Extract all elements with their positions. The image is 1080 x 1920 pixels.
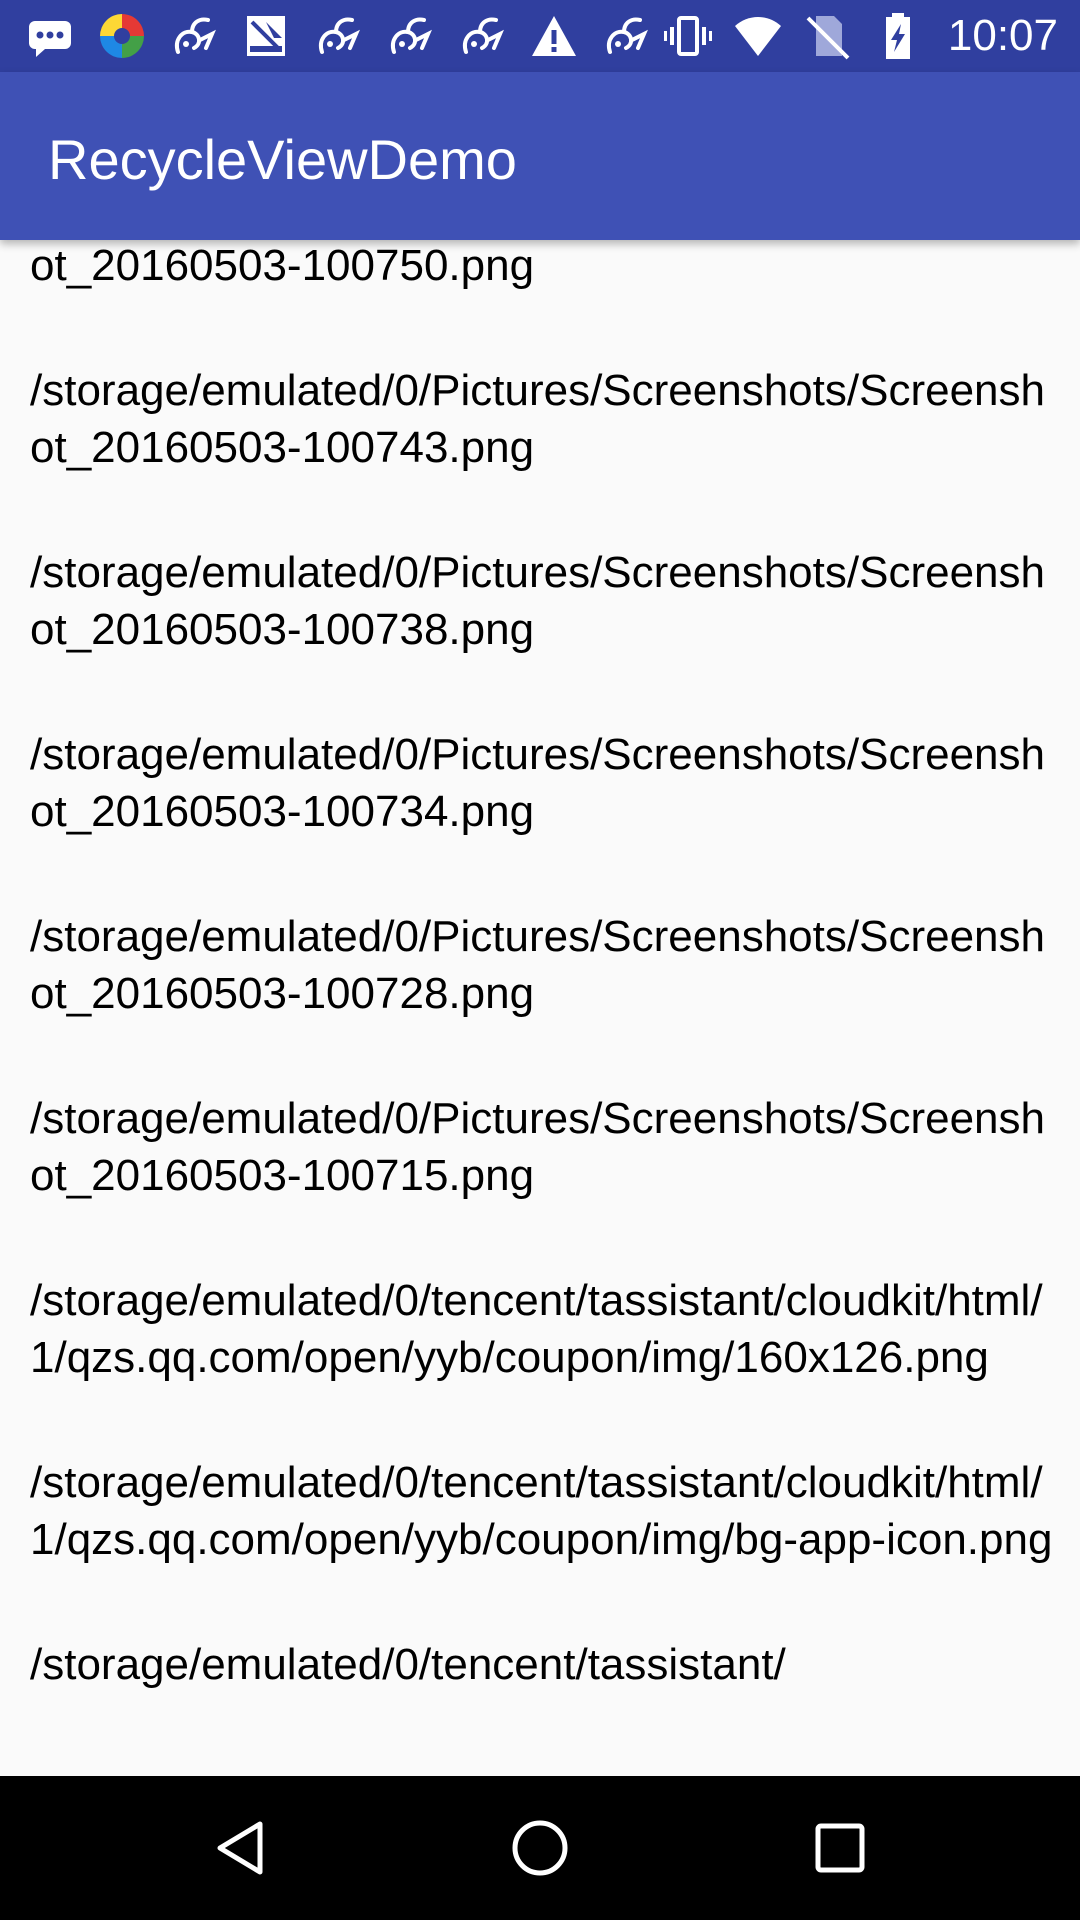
list-item[interactable]: /storage/emulated/0/tencent/tassistant/c… (0, 1454, 1080, 1568)
notification-icons (26, 12, 674, 60)
clock: 10:07 (947, 11, 1058, 60)
home-icon[interactable] (504, 1812, 576, 1884)
list-item[interactable]: /storage/emulated/0/tencent/tassistant/c… (0, 1272, 1080, 1386)
message-icon (26, 12, 74, 60)
list-item[interactable]: /storage/emulated/0/tencent/tassistant/ (0, 1636, 1080, 1693)
list-item[interactable]: /storage/emulated/0/Pictures/Screenshots… (0, 362, 1080, 476)
uc-squirrel-icon (314, 12, 362, 60)
list-item[interactable]: /storage/emulated/0/Pictures/Screenshots… (0, 544, 1080, 658)
list-item[interactable]: /storage/emulated/0/Pictures/Screenshots… (0, 240, 1080, 294)
list-item[interactable]: /storage/emulated/0/Pictures/Screenshots… (0, 1090, 1080, 1204)
vibrate-icon (663, 12, 712, 60)
battery-charging-icon (874, 12, 922, 60)
file-path-list: /storage/emulated/0/Pictures/Screenshots… (0, 240, 1080, 1761)
uc-squirrel-icon (386, 12, 434, 60)
app-title: RecycleViewDemo (48, 128, 517, 191)
app-bar: RecycleViewDemo (0, 72, 1080, 240)
uc-squirrel-icon (458, 12, 506, 60)
recycler-view[interactable]: /storage/emulated/0/Pictures/Screenshots… (0, 240, 1080, 1776)
uc-squirrel-icon (602, 12, 650, 60)
color-wheel-icon (98, 12, 146, 60)
recents-icon[interactable] (804, 1812, 876, 1884)
navigation-bar (0, 1776, 1080, 1920)
wifi-icon (734, 12, 782, 60)
list-item[interactable]: /storage/emulated/0/Pictures/Screenshots… (0, 908, 1080, 1022)
list-item[interactable]: /storage/emulated/0/Pictures/Screenshots… (0, 726, 1080, 840)
back-icon[interactable] (204, 1812, 276, 1884)
no-sim-icon (804, 12, 852, 60)
status-bar: 10:07 (0, 0, 1080, 72)
uc-squirrel-icon (170, 12, 218, 60)
download-image-icon (242, 12, 290, 60)
system-status-icons: 10:07 (663, 11, 1058, 60)
warning-icon (530, 12, 578, 60)
